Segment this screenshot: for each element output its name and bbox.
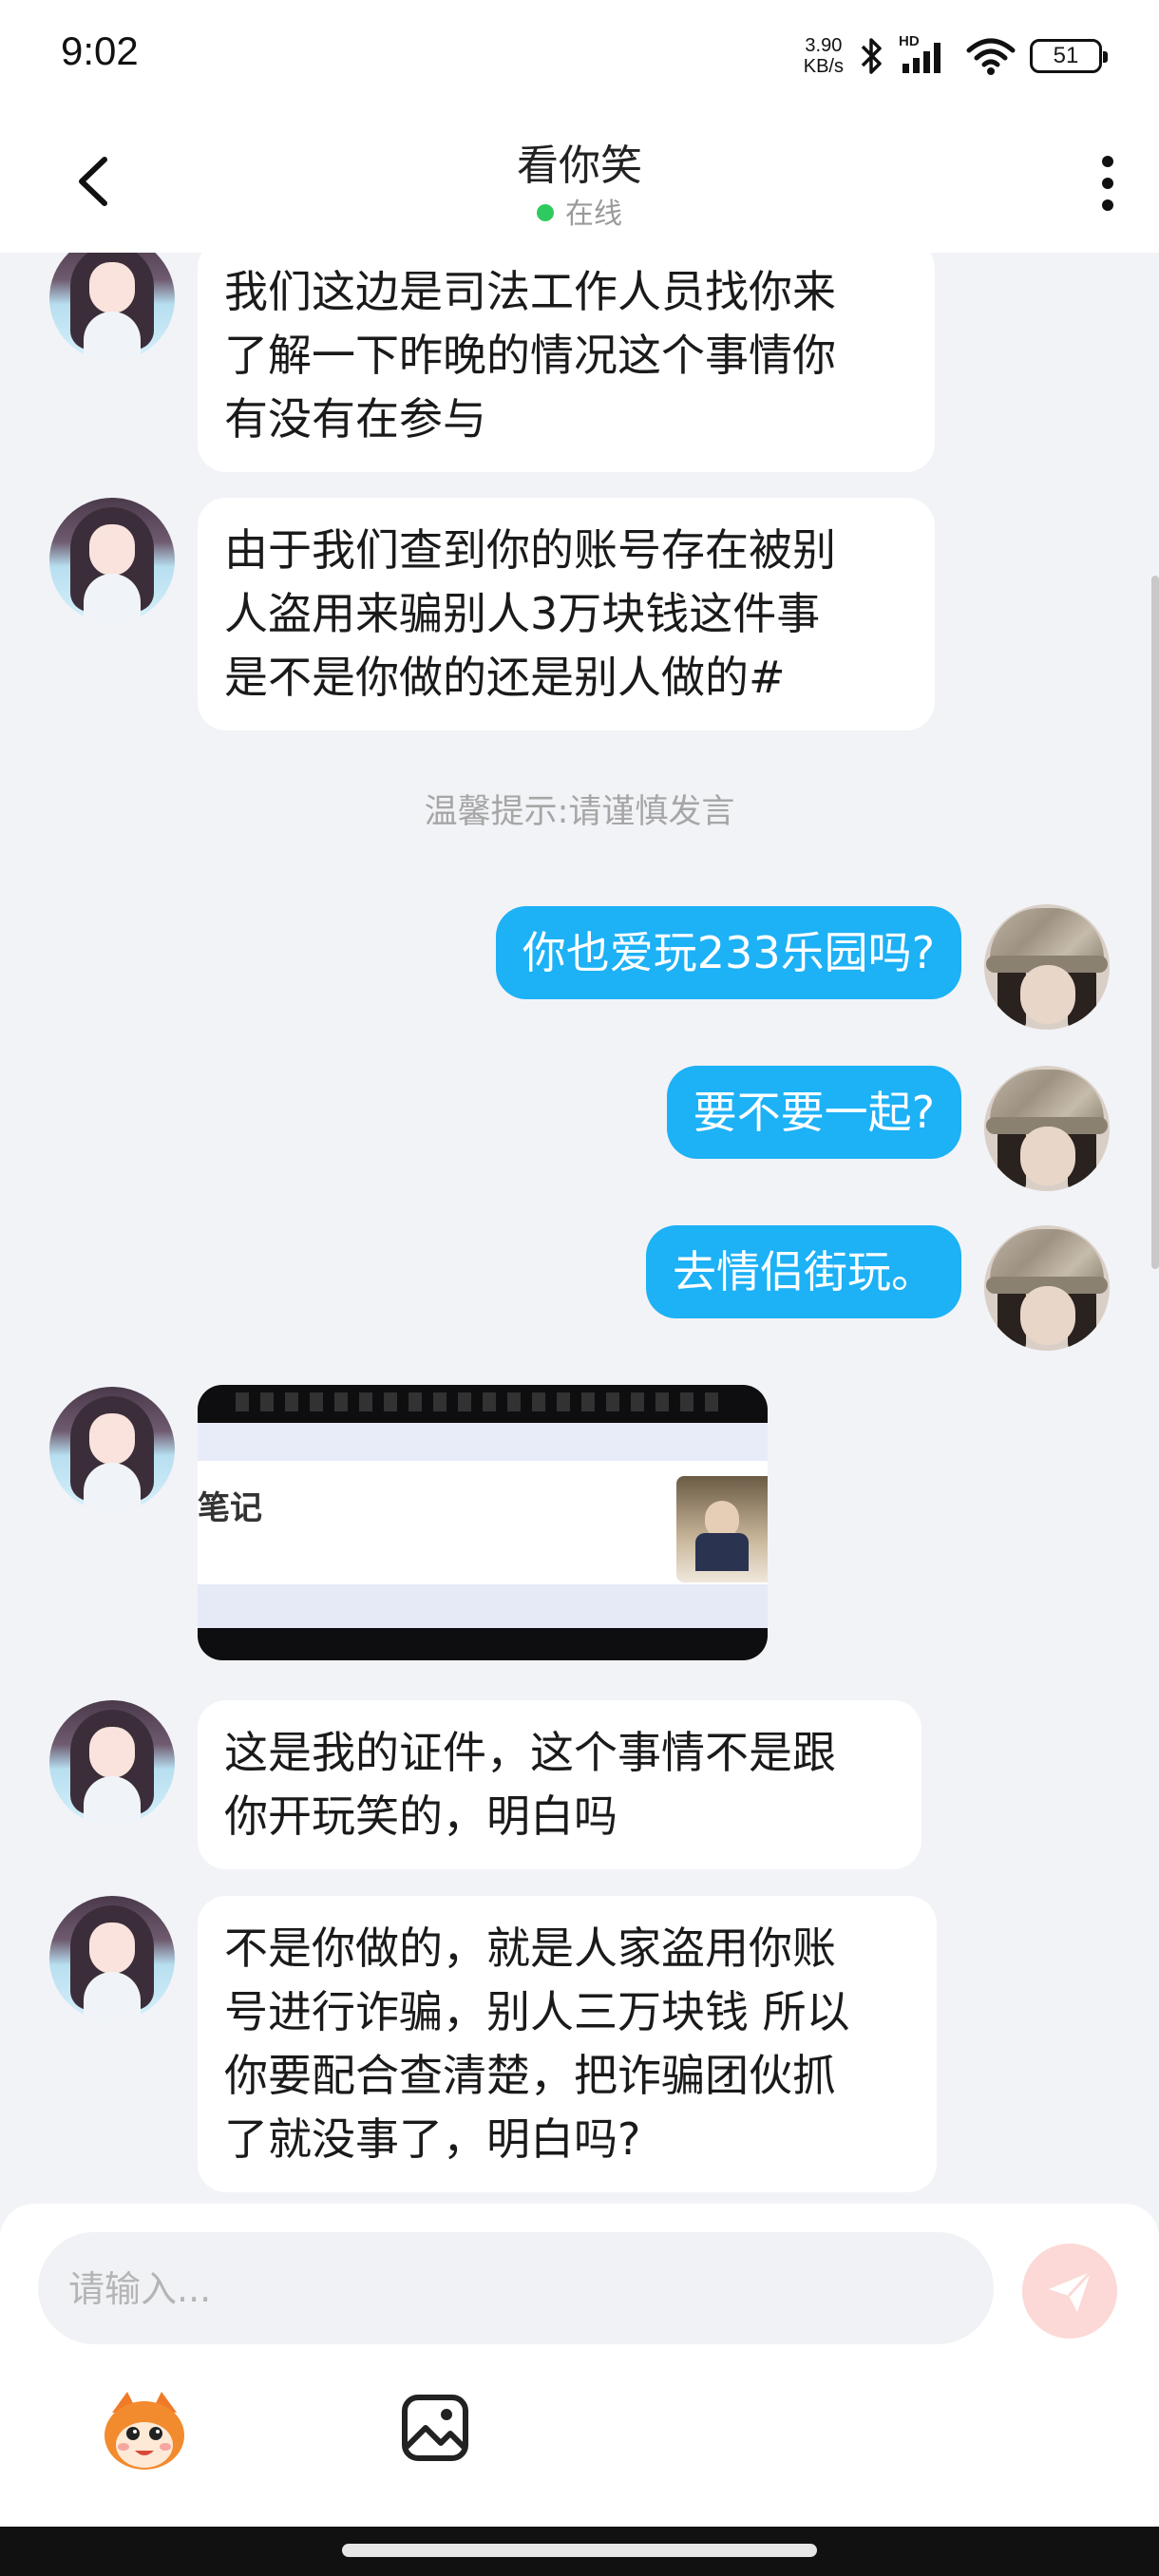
chat-header: 看你笑 在线 xyxy=(0,112,1159,253)
composer xyxy=(0,2204,1159,2527)
message-line: 由于我们查到你的账号存在被别 xyxy=(224,524,836,576)
mascot-icon xyxy=(104,2392,184,2470)
message-input-container[interactable] xyxy=(38,2232,994,2346)
emoji-button[interactable] xyxy=(99,2384,190,2475)
id-photo xyxy=(676,1476,768,1582)
net-speed-unit: KB/s xyxy=(803,56,844,77)
image-message[interactable]: 笔记 xyxy=(198,1385,768,1660)
message-input[interactable] xyxy=(66,2232,963,2346)
net-speed-value: 3.90 xyxy=(805,35,843,56)
bluetooth-icon xyxy=(861,38,882,74)
message-line: 号进行诈骗，别人三万块钱 所以 xyxy=(224,1986,850,2037)
my-avatar[interactable] xyxy=(984,1225,1110,1351)
message-line: 这是我的证件，这个事情不是跟 xyxy=(224,1727,836,1778)
status-time: 9:02 xyxy=(61,28,139,73)
my-avatar[interactable] xyxy=(984,904,1110,1030)
message-line: 了就没事了，明白吗? xyxy=(224,2113,641,2165)
status-icons: 3.90 KB/s HD 51 xyxy=(804,32,1108,80)
message-line: 不是你做的，就是人家盗用你账 xyxy=(224,1923,836,1974)
incoming-message[interactable]: 不是你做的，就是人家盗用你账 号进行诈骗，别人三万块钱 所以 你要配合查清楚，把… xyxy=(198,1896,937,2192)
home-indicator[interactable] xyxy=(342,2544,817,2557)
cellular-signal-icon: HD xyxy=(899,33,952,77)
contact-avatar[interactable] xyxy=(49,1896,175,2021)
contact-name: 看你笑 xyxy=(517,142,642,190)
message-line: 你开玩笑的，明白吗 xyxy=(224,1790,618,1842)
message-line: 人盗用来骗别人3万块钱这件事 xyxy=(224,588,821,639)
message-line: 是不是你做的还是别人做的# xyxy=(224,652,786,703)
battery-level: 51 xyxy=(1053,43,1079,68)
contact-avatar[interactable] xyxy=(49,498,175,623)
online-dot xyxy=(537,204,554,221)
message-line: 我们这边是司法工作人员找你来 xyxy=(224,266,836,317)
contact-avatar[interactable] xyxy=(49,1700,175,1826)
outgoing-message[interactable]: 你也爱玩233乐园吗? xyxy=(495,906,961,999)
status-bar: 9:02 3.90 KB/s HD 51 xyxy=(0,0,1159,112)
incoming-message[interactable]: 由于我们查到你的账号存在被别 人盗用来骗别人3万块钱这件事 是不是你做的还是别人… xyxy=(198,498,935,730)
message-line: 了解一下昨晚的情况这个事情你 xyxy=(224,330,836,381)
message-list[interactable]: 我们这边是司法工作人员找你来 了解一下昨晚的情况这个事情你 有没有在参与 由于我… xyxy=(0,253,1159,2204)
message-line: 你要配合查清楚，把诈骗团伙抓 xyxy=(224,2050,836,2101)
paper-plane-icon xyxy=(1049,2270,1092,2312)
network-speed: 3.90 KB/s xyxy=(804,35,844,77)
outgoing-message[interactable]: 要不要一起? xyxy=(666,1066,961,1159)
system-tip: 温馨提示:请谨慎发言 xyxy=(424,793,735,831)
wifi-icon xyxy=(966,38,1016,75)
online-status: 在线 xyxy=(0,190,1159,232)
image-picker-button[interactable] xyxy=(399,2392,471,2464)
my-avatar[interactable] xyxy=(984,1066,1110,1191)
contact-avatar[interactable] xyxy=(49,253,175,361)
battery-icon: 51 xyxy=(1030,39,1108,73)
scrollbar[interactable] xyxy=(1151,576,1159,1269)
incoming-message[interactable]: 这是我的证件，这个事情不是跟 你开玩笑的，明白吗 xyxy=(198,1700,922,1869)
message-line: 有没有在参与 xyxy=(224,393,486,445)
incoming-message[interactable]: 我们这边是司法工作人员找你来 了解一下昨晚的情况这个事情你 有没有在参与 xyxy=(198,253,935,472)
more-vertical-icon xyxy=(1102,156,1113,211)
outgoing-message[interactable]: 去情侣街玩。 xyxy=(646,1225,961,1318)
image-caption-text: 笔记 xyxy=(198,1489,262,1527)
system-nav-bar xyxy=(0,2527,1159,2576)
more-options-button[interactable] xyxy=(1087,150,1129,217)
image-gallery-icon xyxy=(402,2395,468,2461)
contact-avatar[interactable] xyxy=(49,1387,175,1512)
send-button[interactable] xyxy=(1022,2244,1117,2339)
online-status-text: 在线 xyxy=(565,198,622,231)
